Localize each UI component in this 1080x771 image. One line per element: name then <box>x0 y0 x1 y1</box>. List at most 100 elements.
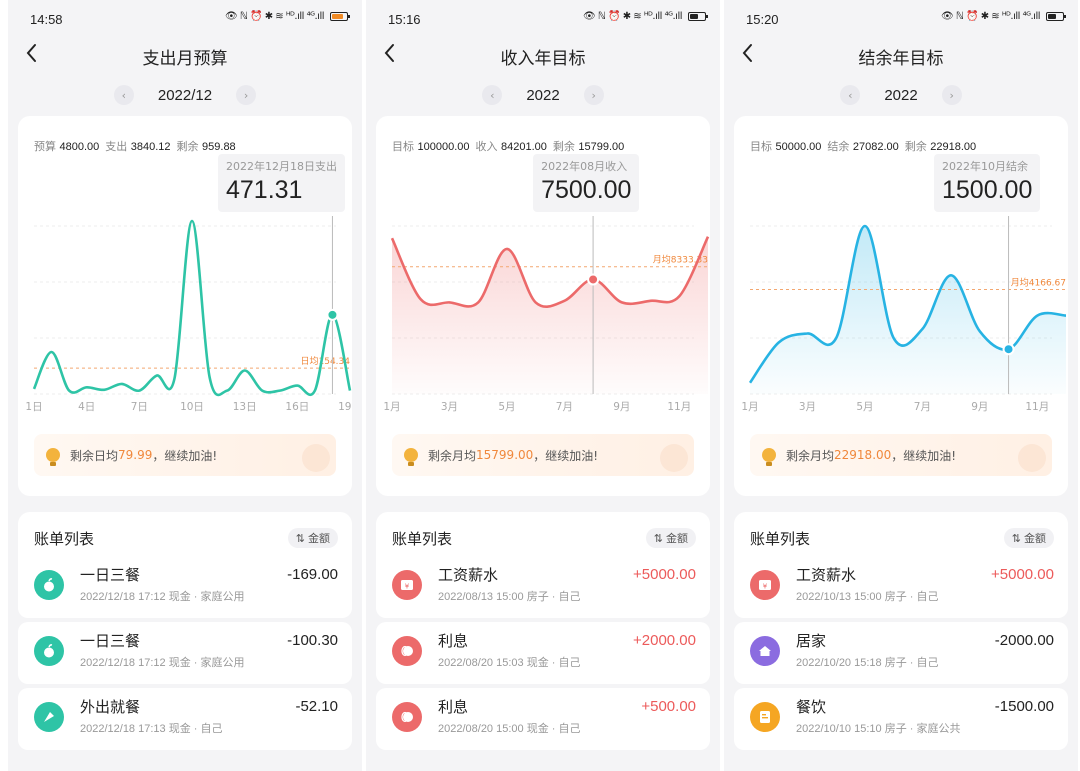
phone-screen: 14:58 👁 ℕ ⏰ ✱ ≋ ᴴᴰ.ıll ⁴ᴳ.ıll 支出月预算 ‹ 2022/1… <box>8 0 362 771</box>
bill-amount: -2000.00 <box>994 632 1054 649</box>
status-icons: 👁 ℕ ⏰ ✱ ≋ ᴴᴰ.ıll ⁴ᴳ.ıll <box>941 11 1066 22</box>
status-time: 15:20 <box>746 12 779 27</box>
next-period-button[interactable]: › <box>236 85 257 105</box>
banner-amount: 79.99 <box>118 448 153 462</box>
date-switcher: ‹ 2022/12 › <box>8 82 362 108</box>
x-tick-label: 7月 <box>556 401 573 413</box>
bill-category: 工资薪水 <box>796 566 857 584</box>
salary-icon: ¥ <box>392 570 422 600</box>
bill-list-item[interactable]: 利息 2022/08/20 15:00 现金 · 自己 +500.00 <box>376 688 710 750</box>
chart-card: 目标 50000.00 结余 27082.00 剩余 22918.00 月均4166.… <box>734 116 1068 496</box>
bill-list-header: 账单列表 ⇅ 金额 <box>376 512 710 562</box>
chart-card: 预算 4800.00 支出 3840.12 剩余 959.88 日均154.34 1日 4… <box>18 116 352 496</box>
tooltip-value: 1500.00 <box>942 176 1033 204</box>
bill-list-title: 账单列表 <box>392 530 453 548</box>
tooltip-value: 471.31 <box>226 176 303 204</box>
bill-list-item[interactable]: 居家 2022/10/20 15:18 房子 · 自己 -2000.00 <box>734 622 1068 684</box>
coin-icon <box>392 702 422 732</box>
encourage-banner: 剩余日均 79.99 ，继续加油! <box>34 434 336 476</box>
highlight-point[interactable] <box>1002 343 1015 356</box>
bill-meta: 2022/10/10 15:10 房子 · 家庭公共 <box>796 723 961 735</box>
next-period-button[interactable]: › <box>583 85 604 105</box>
current-period: 2022 <box>884 86 918 104</box>
bill-category: 餐饮 <box>796 698 827 716</box>
bill-meta: 2022/10/20 15:18 房子 · 自己 <box>796 657 939 669</box>
bill-meta: 2022/08/20 15:03 现金 · 自己 <box>438 657 581 669</box>
status-bar: 14:58 👁 ℕ ⏰ ✱ ≋ ᴴᴰ.ıll ⁴ᴳ.ıll <box>8 0 362 38</box>
banner-amount: 15799.00 <box>476 448 534 462</box>
bill-amount: -52.10 <box>295 698 338 715</box>
bill-amount: -1500.00 <box>994 698 1054 715</box>
x-tick-label: 5月 <box>498 401 515 413</box>
bill-list-header: 账单列表 ⇅ 金额 <box>18 512 352 562</box>
highlight-point[interactable] <box>326 308 339 321</box>
bill-list-item[interactable]: ¥ 工资薪水 2022/08/13 15:00 房子 · 自己 +5000.00 <box>376 556 710 618</box>
sort-by-amount-button[interactable]: ⇅ 金额 <box>1003 528 1054 548</box>
lightbulb-icon <box>762 448 776 466</box>
sort-icon: ⇅ <box>653 531 663 545</box>
status-bar: 15:20 👁 ℕ ⏰ ✱ ≋ ᴴᴰ.ıll ⁴ᴳ.ıll <box>724 0 1078 38</box>
battery-fill <box>690 14 699 19</box>
sort-by-amount-button[interactable]: ⇅ 金额 <box>287 528 338 548</box>
next-period-button[interactable]: › <box>941 85 962 105</box>
highlight-point[interactable] <box>587 273 600 286</box>
salary-icon: ¥ <box>750 570 780 600</box>
prev-period-button[interactable]: ‹ <box>113 85 134 105</box>
series-area <box>750 226 1066 394</box>
series-line <box>32 219 352 397</box>
bill-category: 工资薪水 <box>438 566 499 584</box>
date-switcher: ‹ 2022 › <box>366 82 720 108</box>
status-icons-text: 👁 ℕ ⏰ ✱ ≋ ᴴᴰ.ıll ⁴ᴳ.ıll <box>225 11 324 22</box>
bill-amount: +5000.00 <box>991 566 1054 583</box>
banner-prefix: 剩余日均 <box>70 448 119 463</box>
lightbulb-icon <box>404 448 418 466</box>
bill-amount: +5000.00 <box>633 566 696 583</box>
x-tick-label: 9月 <box>971 401 988 413</box>
svg-text:¥: ¥ <box>405 583 410 591</box>
lightbulb-icon <box>46 448 60 466</box>
phone-screen: 15:16 👁 ℕ ⏰ ✱ ≋ ᴴᴰ.ıll ⁴ᴳ.ıll 收入年目标 ‹ 2022 › 目… <box>366 0 720 771</box>
bill-list-item[interactable]: 一日三餐 2022/12/18 17:12 现金 · 家庭公用 -100.30 <box>18 622 352 684</box>
prev-period-button[interactable]: ‹ <box>482 85 503 105</box>
bill-list-title: 账单列表 <box>750 530 811 548</box>
x-tick-label: 10日 <box>180 401 204 413</box>
bill-list-header: 账单列表 ⇅ 金额 <box>734 512 1068 562</box>
bill-list-item[interactable]: 一日三餐 2022/12/18 17:12 现金 · 家庭公用 -169.00 <box>18 556 352 618</box>
x-tick-label: 11月 <box>667 401 691 413</box>
value-tooltip: 2022年08月收入 7500.00 <box>533 154 640 212</box>
banner-amount: 22918.00 <box>834 448 892 462</box>
tooltip-value: 7500.00 <box>541 176 632 204</box>
x-tick-label: 1日 <box>25 401 42 413</box>
prev-period-button[interactable]: ‹ <box>840 85 861 105</box>
bill-list-item[interactable]: 外出就餐 2022/12/18 17:13 现金 · 自己 -52.10 <box>18 688 352 750</box>
phone-screen: 15:20 👁 ℕ ⏰ ✱ ≋ ᴴᴰ.ıll ⁴ᴳ.ıll 结余年目标 ‹ 2022 › 目… <box>724 0 1078 771</box>
bill-list-item[interactable]: 利息 2022/08/20 15:03 现金 · 自己 +2000.00 <box>376 622 710 684</box>
bill-category: 一日三餐 <box>80 632 141 650</box>
banner-decoration-icon <box>1018 444 1046 472</box>
current-period: 2022/12 <box>157 86 213 104</box>
bill-list-item[interactable]: 餐饮 2022/10/10 15:10 房子 · 家庭公共 -1500.00 <box>734 688 1068 750</box>
banner-suffix: ，继续加油! <box>152 448 218 463</box>
bill-meta: 2022/08/20 15:00 现金 · 自己 <box>438 723 581 735</box>
date-switcher: ‹ 2022 › <box>724 82 1078 108</box>
x-tick-label: 7月 <box>914 401 931 413</box>
x-tick-label: 9月 <box>613 401 630 413</box>
x-tick-label: 5月 <box>856 401 873 413</box>
battery-fill <box>332 14 343 19</box>
sort-label: 金额 <box>1024 532 1046 545</box>
x-tick-label: 1月 <box>741 401 758 413</box>
bill-meta: 2022/08/13 15:00 房子 · 自己 <box>438 591 581 603</box>
value-tooltip: 2022年12月18日支出 471.31 <box>218 154 345 212</box>
bill-category: 居家 <box>796 632 827 650</box>
banner-decoration-icon <box>660 444 688 472</box>
status-time: 15:16 <box>388 12 421 27</box>
bill-list-item[interactable]: ¥ 工资薪水 2022/10/13 15:00 房子 · 自己 +5000.00 <box>734 556 1068 618</box>
sort-by-amount-button[interactable]: ⇅ 金额 <box>645 528 696 548</box>
banner-prefix: 剩余月均 <box>786 448 835 463</box>
current-period: 2022 <box>526 86 560 104</box>
bill-amount: -100.30 <box>287 632 338 649</box>
x-tick-label: 3月 <box>799 401 816 413</box>
status-bar: 15:16 👁 ℕ ⏰ ✱ ≋ ᴴᴰ.ıll ⁴ᴳ.ıll <box>366 0 720 38</box>
svg-text:¥: ¥ <box>763 583 768 591</box>
status-icons-text: 👁 ℕ ⏰ ✱ ≋ ᴴᴰ.ıll ⁴ᴳ.ıll <box>941 11 1040 22</box>
